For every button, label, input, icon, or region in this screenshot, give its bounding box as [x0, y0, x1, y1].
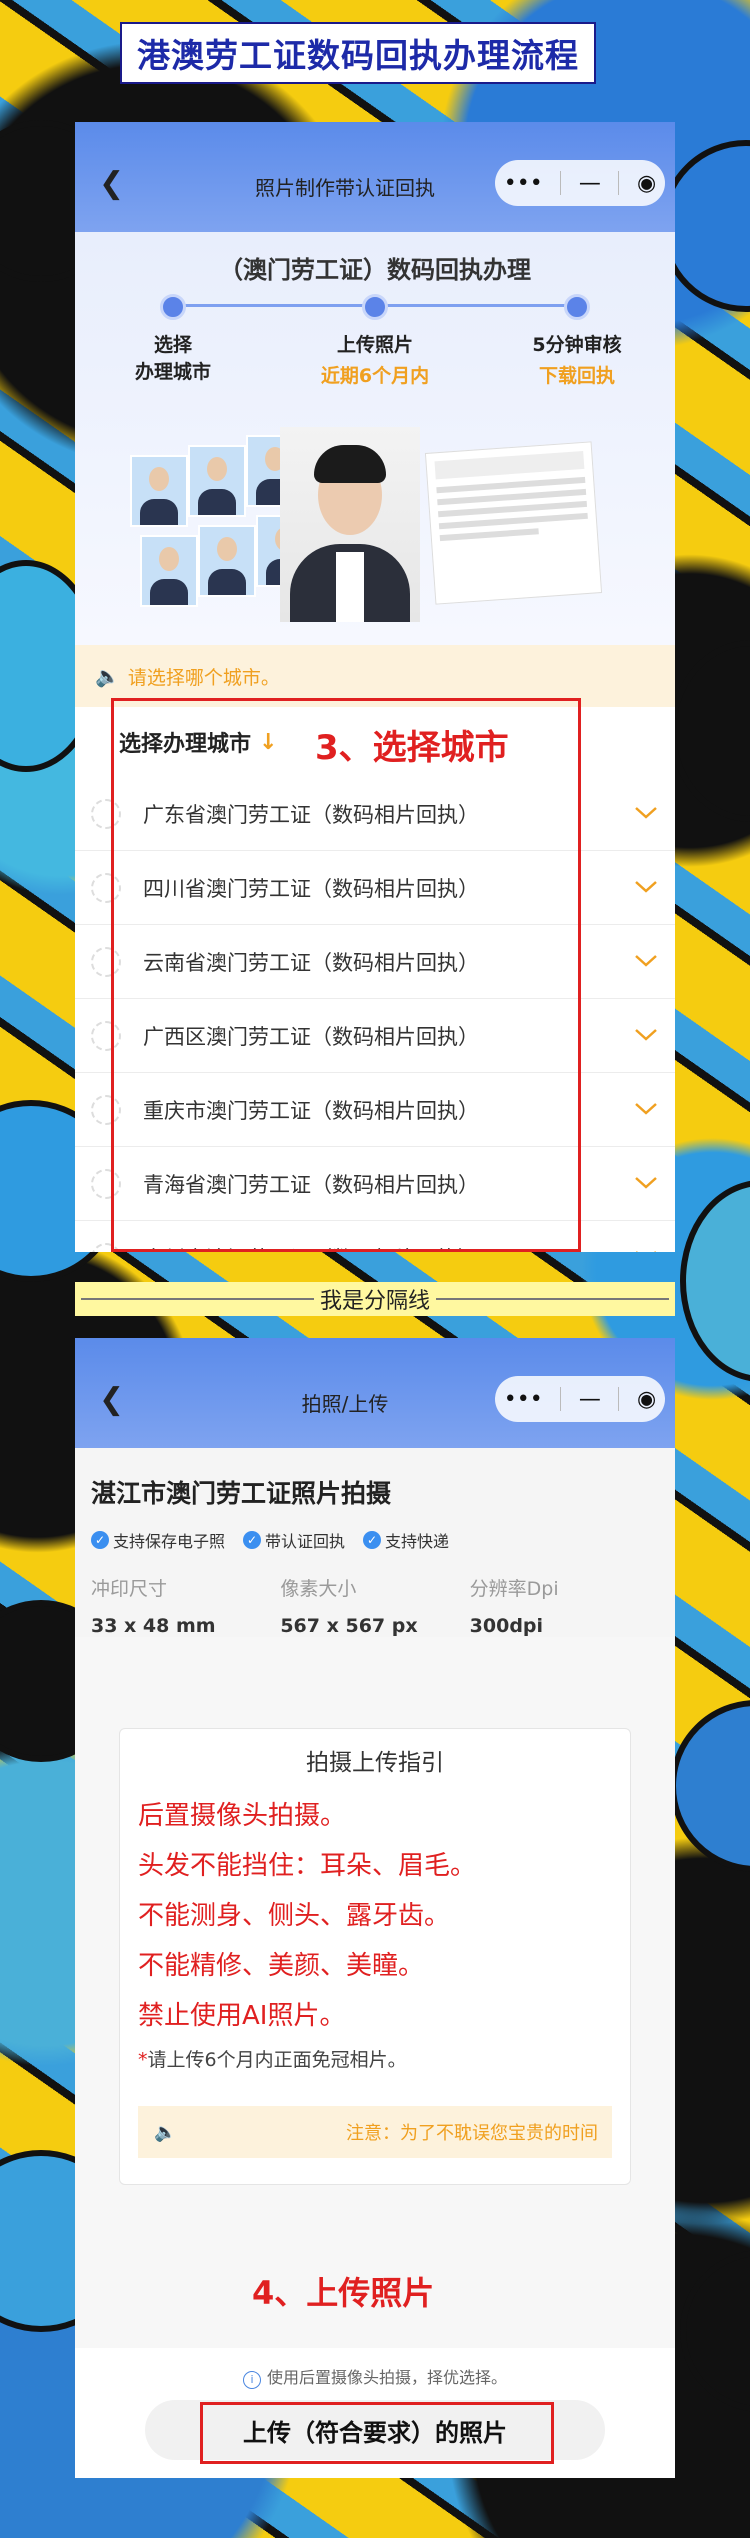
steps-card: （澳门劳工证）数码回执办理 选择 办理城市 上传照片 近期6个月内 5分钟审核 … — [75, 232, 675, 645]
warning-text: 注意：为了不耽误您宝贵的时间 — [346, 2123, 598, 2144]
nav-bar: ❮ 拍照/上传 ••• — ◉ — [75, 1338, 675, 1448]
guide-rule: 头发不能挡住：耳朵、眉毛。 — [138, 1851, 477, 1881]
nav-bar: ❮ 照片制作带认证回执 ••• — ◉ — [75, 122, 675, 232]
chevron-down-icon — [635, 881, 657, 893]
spec-pixel-size: 像素大小 567 x 567 px — [280, 1574, 469, 1637]
divider-line — [81, 1298, 314, 1300]
speaker-icon: 🔈 — [95, 664, 120, 688]
more-icon[interactable]: ••• — [504, 1387, 543, 1412]
required-mark: * — [138, 2049, 148, 2071]
feature-tag: ✓ 带认证回执 — [243, 1528, 345, 1552]
divider-line — [436, 1298, 670, 1300]
upload-guide-card: 拍摄上传指引 后置摄像头拍摄。 头发不能挡住：耳朵、眉毛。 不能测身、侧头、露牙… — [119, 1728, 631, 2185]
step-sublabel: 办理城市 — [134, 361, 211, 383]
capsule-divider — [560, 1387, 562, 1411]
step-sublabel: 下载回执 — [538, 365, 615, 387]
spec-value: 33 x 48 mm — [91, 1615, 216, 1637]
check-icon: ✓ — [363, 1531, 382, 1549]
minimize-icon[interactable]: — — [579, 1387, 601, 1412]
spec-label: 分辨率Dpi — [469, 1578, 559, 1600]
speaker-icon: 🔈 — [154, 2121, 177, 2143]
spec-label: 像素大小 — [280, 1578, 357, 1600]
chevron-down-icon — [636, 1251, 656, 1252]
sample-photo — [130, 455, 188, 527]
spec-dpi: 分辨率Dpi 300dpi — [470, 1574, 659, 1637]
sample-photo — [140, 535, 198, 607]
divider-text: 我是分隔线 — [320, 1289, 431, 1314]
guide-rule: 不能精修、美颜、美瞳。 — [138, 1951, 425, 1981]
spec-value: 567 x 567 px — [280, 1615, 418, 1637]
chevron-down-icon — [635, 955, 657, 967]
tag-label: 支持保存电子照 — [113, 1532, 226, 1551]
step-2: 上传照片 近期6个月内 — [305, 294, 445, 388]
steps-title: （澳门劳工证）数码回执办理 — [219, 256, 531, 284]
tag-label: 带认证回执 — [265, 1532, 346, 1551]
guide-rule: 禁止使用AI照片。 — [138, 2001, 346, 2031]
chevron-down-icon — [635, 1177, 657, 1189]
step-label: 选择 — [153, 334, 192, 356]
tag-label: 支持快递 — [385, 1532, 450, 1551]
step-dot — [564, 294, 590, 320]
upload-tip-text: 使用后置摄像头拍摄，择优选择。 — [266, 2368, 507, 2387]
receipt-image — [424, 441, 603, 605]
feature-tag: ✓ 支持快递 — [363, 1528, 449, 1552]
capsule-divider — [618, 171, 620, 195]
feature-tags: ✓ 支持保存电子照 ✓ 带认证回执 ✓ 支持快递 — [91, 1528, 659, 1552]
close-target-icon[interactable]: ◉ — [637, 171, 656, 196]
chevron-down-icon — [635, 1103, 657, 1115]
annotation-select-city: 3、选择城市 — [315, 728, 509, 768]
guide-note-text: 请上传6个月内正面免冠相片。 — [147, 2049, 407, 2071]
chevron-down-icon — [635, 1029, 657, 1041]
guide-warning-bar: 🔈 注意：为了不耽误您宝贵的时间 — [138, 2106, 612, 2158]
step-3: 5分钟审核 下载回执 — [507, 294, 647, 388]
feature-tag: ✓ 支持保存电子照 — [91, 1528, 225, 1552]
more-icon[interactable]: ••• — [504, 171, 543, 196]
capsule-divider — [560, 171, 562, 195]
section-divider: 我是分隔线 — [75, 1282, 675, 1316]
step-dot — [160, 294, 186, 320]
spec-value: 300dpi — [469, 1615, 544, 1637]
step-dot — [362, 294, 388, 320]
minimize-icon[interactable]: — — [579, 171, 601, 196]
mini-program-capsule: ••• — ◉ — [495, 1376, 665, 1422]
page-title: 港澳劳工证数码回执办理流程 — [137, 36, 579, 75]
spec-grid: 冲印尺寸 33 x 48 mm 像素大小 567 x 567 px 分辨率Dpi… — [91, 1574, 659, 1637]
chevron-down-icon — [635, 807, 657, 819]
step-sublabel: 近期6个月内 — [320, 365, 430, 387]
guide-rule: 后置摄像头拍摄。 — [138, 1801, 347, 1831]
highlight-frame-upload-button — [200, 2402, 554, 2464]
annotation-upload-photo: 4、上传照片 — [252, 2274, 435, 2312]
photo-spec-section: 湛江市澳门劳工证照片拍摄 ✓ 支持保存电子照 ✓ 带认证回执 ✓ 支持快递 冲印尺寸 … — [75, 1448, 675, 1637]
check-icon: ✓ — [91, 1531, 109, 1549]
page-title-box: 港澳劳工证数码回执办理流程 — [120, 22, 596, 84]
notice-text: 请选择哪个城市。 — [127, 666, 280, 689]
highlight-frame-city-list — [111, 698, 581, 1252]
spec-label: 冲印尺寸 — [91, 1578, 168, 1600]
portrait-image — [280, 427, 420, 622]
spec-print-size: 冲印尺寸 33 x 48 mm — [91, 1574, 280, 1637]
capsule-divider — [618, 1387, 620, 1411]
photo-type-heading: 湛江市澳门劳工证照片拍摄 — [91, 1479, 392, 1508]
step-label: 上传照片 — [336, 334, 413, 356]
sample-photo — [188, 445, 246, 517]
check-icon: ✓ — [243, 1531, 262, 1549]
guide-title: 拍摄上传指引 — [306, 1750, 444, 1776]
info-icon: i — [242, 2371, 261, 2389]
upload-tip: i 使用后置摄像头拍摄，择优选择。 — [75, 2364, 675, 2389]
sample-photos-illustration — [130, 427, 620, 622]
step-label: 5分钟审核 — [532, 334, 622, 356]
guide-rule: 不能测身、侧头、露牙齿。 — [138, 1901, 451, 1931]
step-1: 选择 办理城市 — [103, 294, 243, 384]
mini-program-capsule: ••• — ◉ — [495, 160, 665, 206]
guide-rules: 后置摄像头拍摄。 头发不能挡住：耳朵、眉毛。 不能测身、侧头、露牙齿。 不能精修… — [120, 1791, 630, 2041]
sample-photo — [198, 525, 256, 597]
guide-note: *请上传6个月内正面免冠相片。 — [138, 2045, 630, 2072]
close-target-icon[interactable]: ◉ — [637, 1387, 656, 1412]
